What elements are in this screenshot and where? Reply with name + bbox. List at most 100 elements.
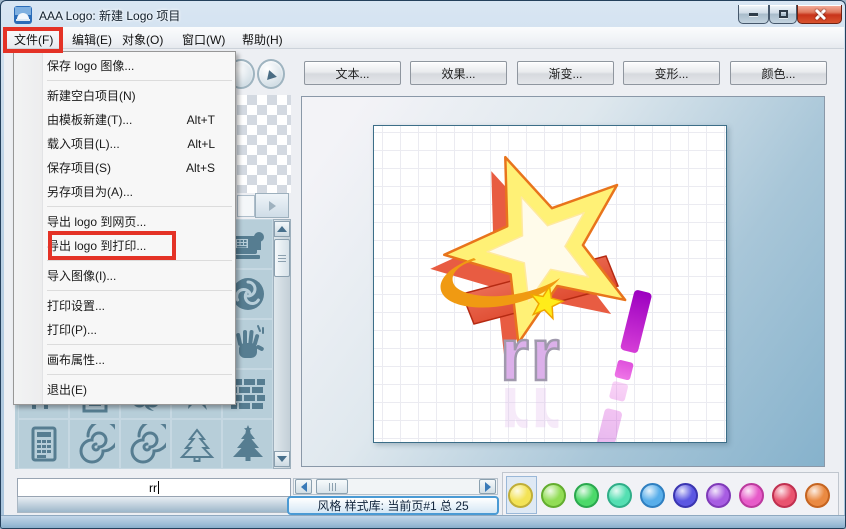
calculator-icon <box>24 424 64 464</box>
tree-icon <box>228 424 268 464</box>
logo-text-input[interactable]: rr <box>17 478 291 497</box>
app-window: AAA Logo: 新建 Logo 项目 文件(F) 编辑(E)对象(O) 窗口(W… <box>0 0 846 529</box>
shape-item[interactable] <box>120 419 171 469</box>
menu-item-label: 退出(E) <box>47 383 87 397</box>
color-swatch[interactable] <box>673 483 698 508</box>
color-swatch[interactable] <box>805 483 830 508</box>
menu-item[interactable]: 画布属性... <box>14 348 235 372</box>
menu-item[interactable]: 打印设置... <box>14 294 235 318</box>
menu-item-label: 保存项目(S) <box>47 161 111 175</box>
maximize-button[interactable] <box>769 5 797 24</box>
svg-text:rr: rr <box>500 372 562 443</box>
title-bar[interactable]: AAA Logo: 新建 Logo 项目 <box>4 3 844 27</box>
status-bar: 风格 样式库: 当前页#1 总 25 <box>287 496 499 515</box>
toolbar-button[interactable]: 文本... <box>304 61 401 85</box>
menu-item-label: 画布属性... <box>47 353 105 367</box>
input-value: rr <box>149 481 157 495</box>
menubar-item[interactable]: 编辑(E) <box>68 30 116 49</box>
color-swatch[interactable] <box>706 483 731 508</box>
menubar-item[interactable]: 对象(O) <box>118 30 167 49</box>
menu-item-label: 导入图像(I)... <box>47 269 116 283</box>
file-menu-dropdown: 保存 logo 图像...新建空白项目(N)由模板新建(T)...Alt+T载入… <box>13 51 236 405</box>
star-logo: rr rr <box>374 126 727 443</box>
menu-item[interactable]: 导出 logo 到网页... <box>14 210 235 234</box>
menu-item[interactable]: 保存项目(S) Alt+S <box>14 156 235 180</box>
menu-item-label: 导出 logo 到打印... <box>47 239 146 253</box>
shape-scrollbar[interactable] <box>273 219 291 469</box>
menu-item-label: 另存项目为(A)... <box>47 185 133 199</box>
spiral-icon <box>126 424 166 464</box>
menu-item-label: 新建空白项目(N) <box>47 89 136 103</box>
scroll-up-button[interactable] <box>274 221 290 237</box>
menu-item-label: 打印(P)... <box>47 323 97 337</box>
next-page-button[interactable] <box>255 193 289 218</box>
color-swatch[interactable] <box>640 483 665 508</box>
window-frame-bottom <box>1 515 846 529</box>
toolbar-button[interactable]: 变形... <box>623 61 720 85</box>
logo-canvas[interactable]: rr rr <box>373 125 727 443</box>
menu-shortcut: Alt+T <box>187 108 215 132</box>
scrollbar-thumb[interactable] <box>274 239 290 277</box>
menu-item[interactable]: 另存项目为(A)... <box>14 180 235 204</box>
workspace: rr rr <box>301 96 825 467</box>
menu-item-label: 打印设置... <box>47 299 105 313</box>
app-icon <box>14 6 32 24</box>
toolbar-button[interactable]: 颜色... <box>730 61 827 85</box>
close-button[interactable] <box>797 5 842 24</box>
tree-outline-icon <box>177 424 217 464</box>
menu-item[interactable]: 打印(P)... <box>14 318 235 342</box>
scroll-left-button[interactable] <box>295 479 312 494</box>
menu-item-label: 保存 logo 图像... <box>47 59 134 73</box>
arrow-up-icon <box>277 226 287 232</box>
play-icon <box>267 70 278 82</box>
toolbar-button[interactable]: 效果... <box>410 61 507 85</box>
hscrollbar-thumb[interactable] <box>316 479 348 494</box>
arrow-right-icon <box>269 201 276 211</box>
menu-item[interactable]: 新建空白项目(N) <box>14 84 235 108</box>
minimize-icon <box>749 13 758 16</box>
scroll-right-button[interactable] <box>479 479 496 494</box>
shape-item[interactable] <box>171 419 222 469</box>
color-swatch[interactable] <box>607 483 632 508</box>
color-swatch[interactable] <box>739 483 764 508</box>
window-title: AAA Logo: 新建 Logo 项目 <box>39 7 180 24</box>
shape-item[interactable] <box>18 419 69 469</box>
menu-item[interactable]: 导出 logo 到打印... <box>14 234 235 258</box>
menubar-item[interactable]: 窗口(W) <box>178 30 229 49</box>
menu-item-label: 导出 logo 到网页... <box>47 215 146 229</box>
close-icon <box>814 8 826 20</box>
menubar-item[interactable]: 文件(F) <box>10 30 57 49</box>
play-button[interactable] <box>257 59 285 89</box>
color-swatch[interactable] <box>574 483 599 508</box>
preview-chip <box>237 195 255 217</box>
transparency-preview <box>237 95 291 193</box>
style-scrollbar[interactable] <box>293 478 498 495</box>
spiral-icon <box>75 424 115 464</box>
menu-item[interactable]: 导入图像(I)... <box>14 264 235 288</box>
text-caret <box>158 481 159 494</box>
menu-item[interactable]: 保存 logo 图像... <box>14 54 235 78</box>
arrow-left-icon <box>301 482 307 492</box>
menu-shortcut: Alt+S <box>186 156 215 180</box>
scroll-down-button[interactable] <box>274 451 290 467</box>
color-swatch[interactable] <box>772 483 797 508</box>
menu-item[interactable]: 退出(E) <box>14 378 235 402</box>
shape-item[interactable] <box>222 419 273 469</box>
shape-item[interactable] <box>69 419 120 469</box>
menubar-item[interactable]: 帮助(H) <box>238 30 287 49</box>
menu-item-label: 由模板新建(T)... <box>47 113 132 127</box>
arrow-down-icon <box>277 456 287 462</box>
color-swatch[interactable] <box>541 483 566 508</box>
input-shade <box>17 497 291 513</box>
minimize-button[interactable] <box>738 5 769 24</box>
color-palette <box>502 472 839 518</box>
menu-bar: 文件(F) 编辑(E)对象(O) 窗口(W) 帮助(H) <box>4 27 844 49</box>
menu-item-label: 载入项目(L)... <box>47 137 120 151</box>
maximize-icon <box>779 10 788 18</box>
arrow-right-icon <box>485 482 491 492</box>
menu-shortcut: Alt+L <box>187 132 215 156</box>
toolbar-button[interactable]: 渐变... <box>517 61 614 85</box>
menu-item[interactable]: 由模板新建(T)... Alt+T <box>14 108 235 132</box>
menu-item[interactable]: 载入项目(L)... Alt+L <box>14 132 235 156</box>
color-swatch[interactable] <box>508 483 533 508</box>
